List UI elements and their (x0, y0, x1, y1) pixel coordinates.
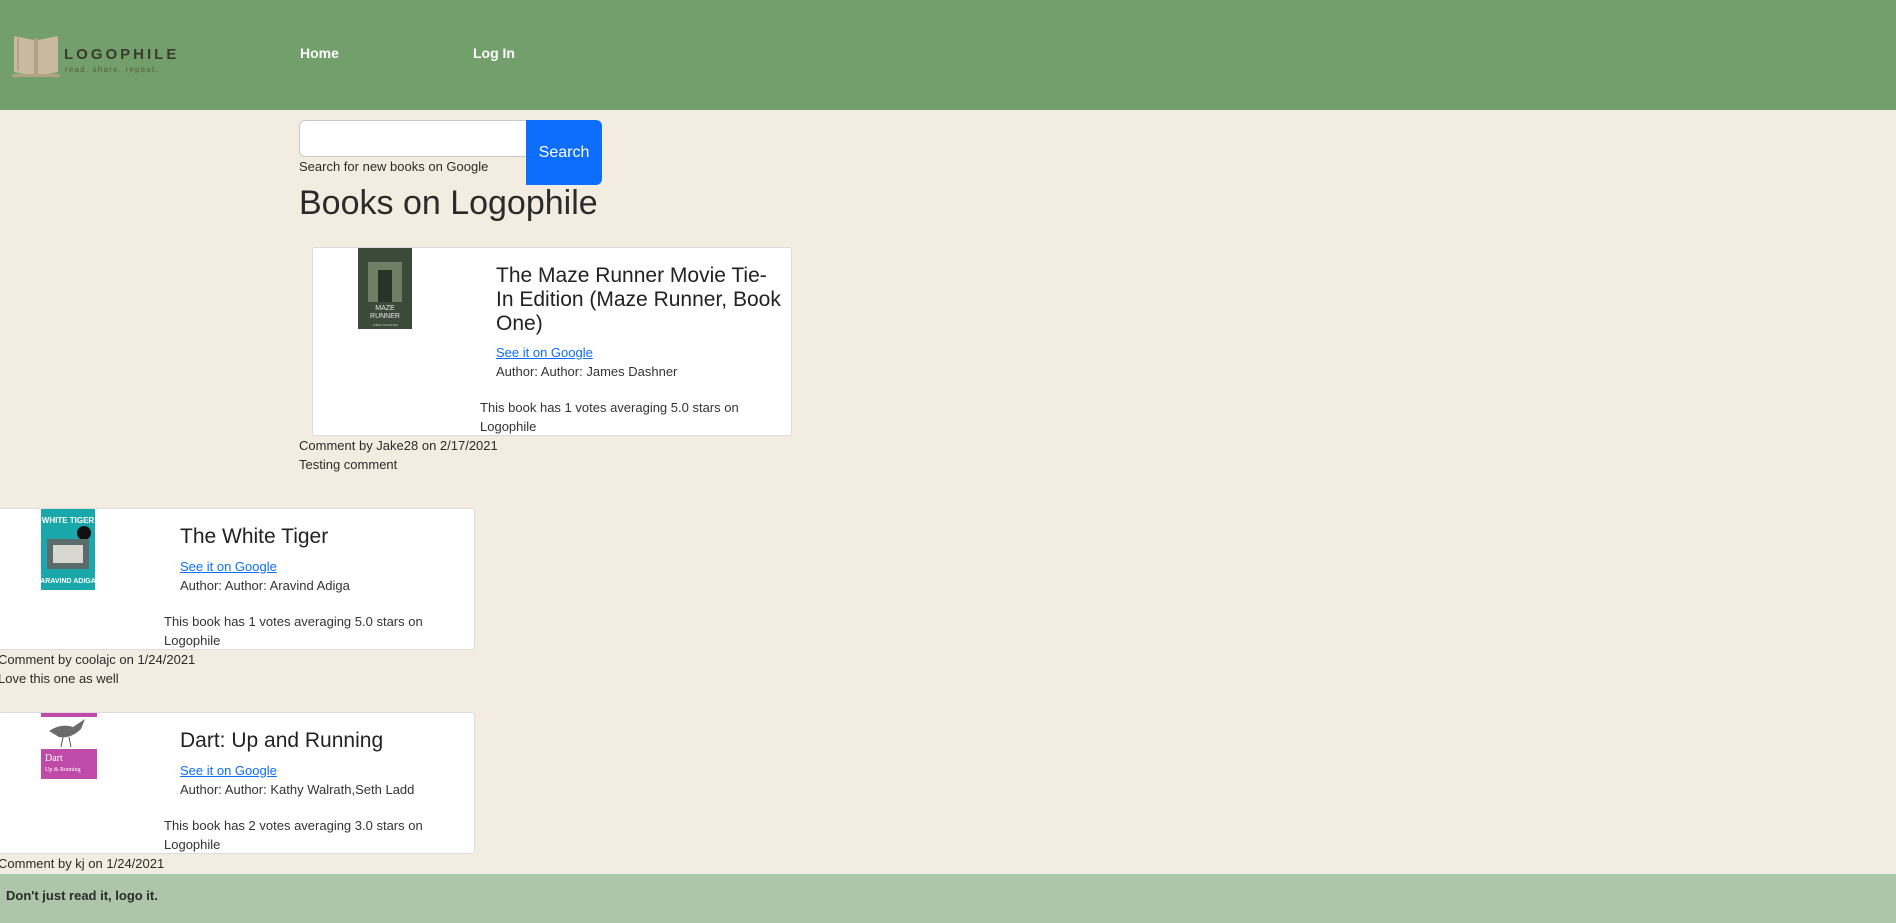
cover-title-text: MAZE (375, 305, 395, 312)
cover-title-text: Dart (45, 753, 63, 764)
book-card: Dart Up & Running Dart: Up and Running S… (0, 712, 475, 854)
see-it-on-google-link[interactable]: See it on Google (180, 763, 277, 778)
book-author: Author: Author: Aravind Adiga (180, 578, 350, 593)
search-input[interactable] (299, 120, 527, 157)
logo-wordmark: LOGOPHILE (64, 46, 180, 63)
book-author: Author: Author: Kathy Walrath,Seth Ladd (180, 782, 415, 797)
book-cover-image[interactable]: MAZE RUNNER JAMES DASHNER (358, 248, 412, 329)
book-votes-summary: This book has 1 votes averaging 5.0 star… (480, 400, 739, 434)
see-it-on-google-link[interactable]: See it on Google (496, 345, 593, 360)
logo[interactable]: LOGOPHILE read. share. repeat. (12, 30, 192, 80)
book-cover-image[interactable]: WHITE TIGER ARAVIND ADIGA (41, 509, 95, 590)
logo-tagline: read. share. repeat. (65, 65, 159, 74)
book-card: WHITE TIGER ARAVIND ADIGA The White Tige… (0, 508, 475, 650)
comment-text: Love this one as well (0, 671, 119, 686)
open-book-icon (12, 36, 60, 77)
footer-slogan: Don't just read it, logo it. (6, 888, 158, 903)
book-cover-image[interactable]: Dart Up & Running (41, 713, 97, 794)
comment-meta: Comment by Jake28 on 2/17/2021 (299, 438, 498, 453)
comment-text: Testing comment (299, 457, 398, 472)
page-title: Books on Logophile (299, 184, 598, 222)
see-it-on-google-link[interactable]: See it on Google (180, 559, 277, 574)
site-footer: Don't just read it, logo it. (0, 874, 1896, 923)
book-card: MAZE RUNNER JAMES DASHNER The Maze Runne… (312, 247, 792, 436)
book-title: The Maze Runner Movie Tie-In Edition (Ma… (496, 264, 781, 335)
comment-meta: Comment by coolajc on 1/24/2021 (0, 652, 196, 667)
search-button[interactable]: Search (526, 120, 602, 185)
book-votes-summary: This book has 1 votes averaging 5.0 star… (164, 614, 423, 648)
book-title: The White Tiger (180, 525, 329, 548)
search-hint: Search for new books on Google (299, 159, 489, 174)
cover-title-text: RUNNER (370, 313, 400, 320)
comment-meta: Comment by kj on 1/24/2021 (0, 856, 165, 871)
cover-author-text: JAMES DASHNER (372, 323, 398, 327)
nav-login-link[interactable]: Log In (473, 45, 515, 61)
cover-title-text: WHITE TIGER (42, 516, 95, 525)
nav-home-link[interactable]: Home (300, 45, 339, 61)
book-author: Author: Author: James Dashner (496, 364, 678, 379)
site-header: LOGOPHILE read. share. repeat. Home Log … (0, 0, 1896, 110)
book-votes-summary: This book has 2 votes averaging 3.0 star… (164, 818, 423, 852)
book-title: Dart: Up and Running (180, 729, 384, 752)
cover-author-text: ARAVIND ADIGA (41, 578, 95, 585)
cover-title-text: Up & Running (45, 767, 81, 773)
